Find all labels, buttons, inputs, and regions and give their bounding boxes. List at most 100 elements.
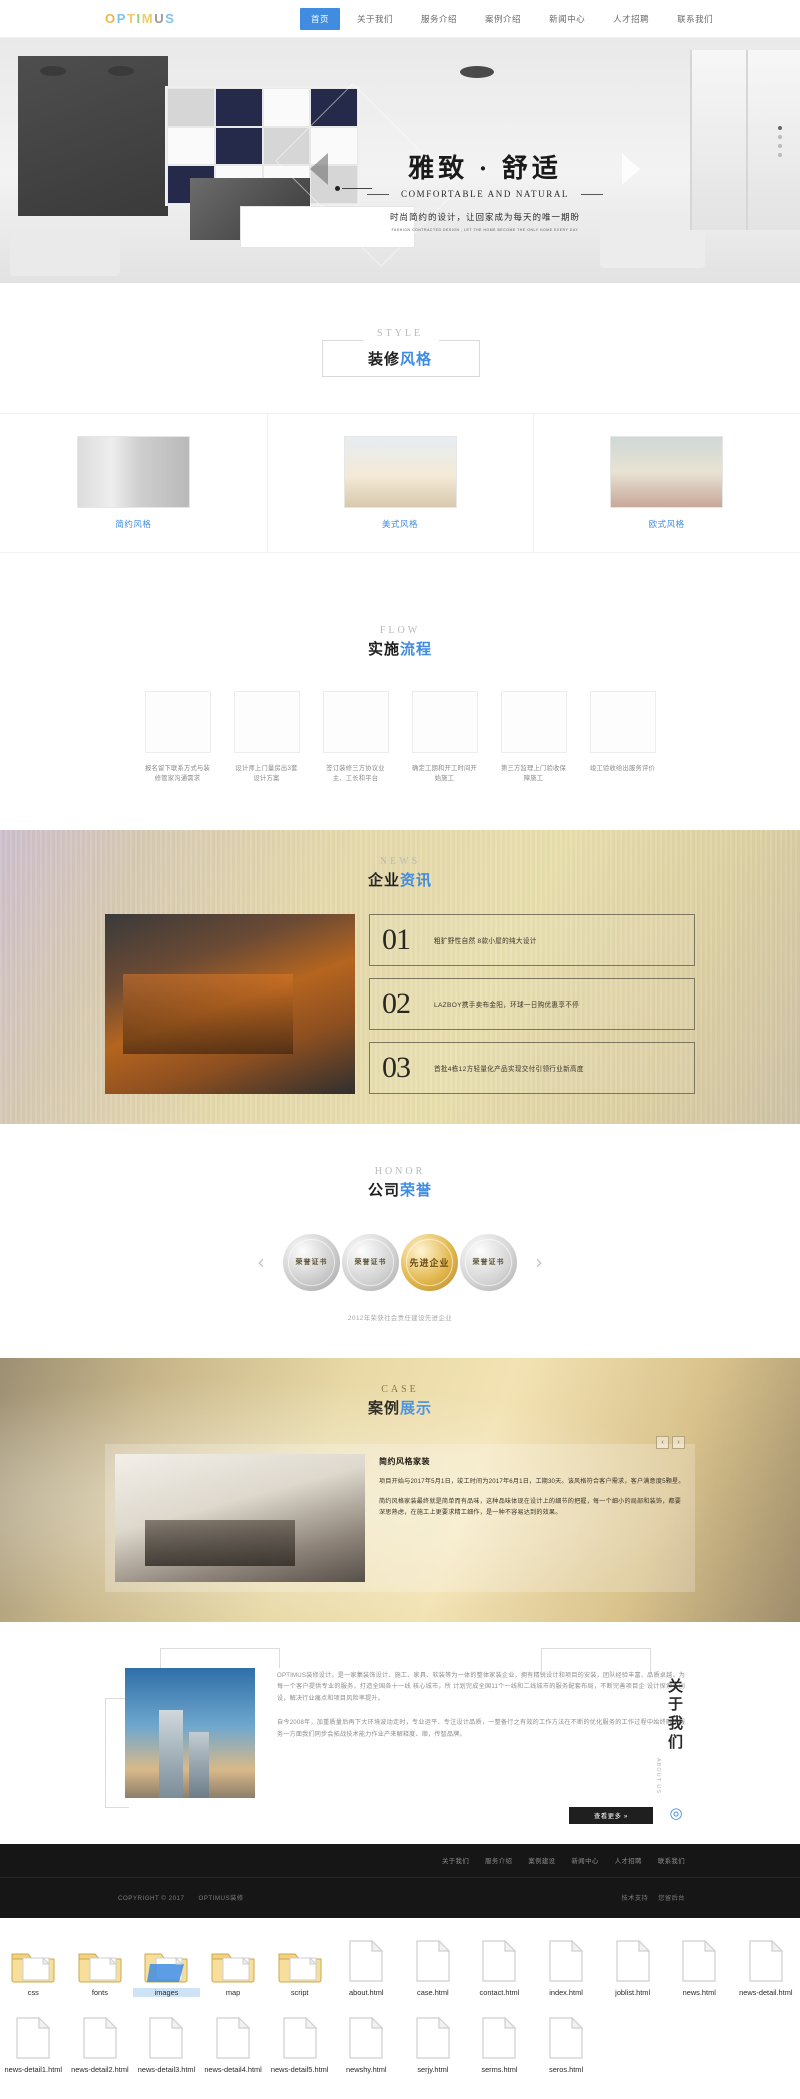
footer-link-jobs[interactable]: 人才招聘 <box>615 1856 642 1865</box>
document-icon <box>466 1934 533 1984</box>
flow-step-3[interactable]: 签订装修三方协议业主、工长和平台 <box>323 691 389 784</box>
flow-step-2[interactable]: 设计师上门量房出3套设计方案 <box>234 691 300 784</box>
hero-slider-dot-3[interactable] <box>778 144 782 148</box>
honor-prev-arrow-icon[interactable]: ‹ <box>257 1252 265 1272</box>
file-item-news-detail2-html[interactable]: news-detail2.html <box>67 2011 134 2075</box>
footer-link-contact[interactable]: 联系我们 <box>658 1856 685 1865</box>
hero-pendant-lamp <box>460 66 494 78</box>
footer-link-news[interactable]: 新闻中心 <box>571 1856 598 1865</box>
file-item-news-detail5-html[interactable]: news-detail5.html <box>266 2011 333 2075</box>
hero-slider-dot-1[interactable] <box>778 126 782 130</box>
file-item-serms-html[interactable]: serms.html <box>466 2011 533 2075</box>
about-title-cn-line2: 于 <box>655 1696 697 1715</box>
file-item-contact-html[interactable]: contact.html <box>466 1934 533 1998</box>
flow-step-1[interactable]: 报名留下联系方式与装修管家沟通需求 <box>145 691 211 784</box>
honor-medal-label: 荣誉证书 <box>342 1234 399 1291</box>
document-icon <box>533 1934 600 1984</box>
hero-slider-dot-2[interactable] <box>778 135 782 139</box>
flow-step-6[interactable]: 竣工验收给出服务评价 <box>590 691 656 784</box>
file-name: news-detail5.html <box>266 2065 333 2075</box>
about-building-image <box>125 1668 255 1798</box>
flow-step-text: 设计师上门量房出3套设计方案 <box>234 764 300 784</box>
case-next-button[interactable]: › <box>672 1436 685 1449</box>
file-item-joblist-html[interactable]: joblist.html <box>599 1934 666 1998</box>
nav-item-contact[interactable]: 联系我们 <box>666 8 724 30</box>
file-item-case-html[interactable]: case.html <box>400 1934 467 1998</box>
file-item-images[interactable]: images <box>133 1934 200 1998</box>
document-icon <box>266 2011 333 2061</box>
file-item-news-detail3-html[interactable]: news-detail3.html <box>133 2011 200 2075</box>
style-card-american[interactable]: 美式风格 <box>267 436 534 530</box>
file-item-seros-html[interactable]: seros.html <box>533 2011 600 2075</box>
flow-step-text: 竣工验收给出服务评价 <box>590 764 656 774</box>
honor-medal-label: 荣誉证书 <box>460 1234 517 1291</box>
file-name: about.html <box>333 1988 400 1998</box>
file-name: news-detail2.html <box>67 2065 134 2075</box>
flow-step-5[interactable]: 第三方监理上门验收保障施工 <box>501 691 567 784</box>
footer-link-about[interactable]: 关于我们 <box>442 1856 469 1865</box>
document-icon <box>333 2011 400 2061</box>
hero-description-en: FASHION CONTRACTED DESIGN , LET THE HOME… <box>352 228 618 232</box>
file-item-news-detail4-html[interactable]: news-detail4.html <box>200 2011 267 2075</box>
flow-step-icon-box <box>323 691 389 753</box>
honor-medals: 荣誉证书 荣誉证书 先进企业 荣誉证书 <box>283 1234 517 1291</box>
nav-item-news[interactable]: 新闻中心 <box>538 8 596 30</box>
file-name: fonts <box>67 1988 134 1998</box>
site-logo[interactable]: OPTIMUS <box>105 11 175 26</box>
about-more-button[interactable]: 查看更多 » <box>569 1807 653 1824</box>
flow-section-header: FLOW 实施流程 <box>0 625 800 659</box>
hero-slider-dot-4[interactable] <box>778 153 782 157</box>
honor-medal[interactable]: 先进企业 <box>401 1234 458 1291</box>
footer-link-cases[interactable]: 案例建设 <box>528 1856 555 1865</box>
nav-item-cases[interactable]: 案例介绍 <box>474 8 532 30</box>
nav-item-services[interactable]: 服务介绍 <box>410 8 468 30</box>
hero-slider-dots[interactable] <box>778 126 782 157</box>
case-title: 简约风格家装 <box>379 1456 685 1467</box>
file-name: news-detail.html <box>733 1988 800 1998</box>
flow-steps-row: 报名留下联系方式与装修管家沟通需求 设计师上门量房出3套设计方案 签订装修三方协… <box>0 691 800 784</box>
style-card-image <box>344 436 457 508</box>
honor-medal-label: 先进企业 <box>401 1234 458 1291</box>
document-icon <box>466 2011 533 2061</box>
folder-icon <box>266 1934 333 1984</box>
flow-step-4[interactable]: 确定工期和开工时间开始施工 <box>412 691 478 784</box>
style-card-image <box>77 436 190 508</box>
file-item-script[interactable]: script <box>266 1934 333 1998</box>
nav-item-home[interactable]: 首页 <box>300 8 340 30</box>
file-name: joblist.html <box>599 1988 666 1998</box>
style-card-simple[interactable]: 简约风格 <box>0 436 267 530</box>
honor-medal[interactable]: 荣誉证书 <box>342 1234 399 1291</box>
file-item-map[interactable]: map <box>200 1934 267 1998</box>
honor-next-arrow-icon[interactable]: › <box>535 1252 543 1272</box>
file-item-news-detail1-html[interactable]: news-detail1.html <box>0 2011 67 2075</box>
document-icon <box>533 2011 600 2061</box>
honor-medal[interactable]: 荣誉证书 <box>283 1234 340 1291</box>
nav-item-jobs[interactable]: 人才招聘 <box>602 8 660 30</box>
file-item-serjy-html[interactable]: serjy.html <box>400 2011 467 2075</box>
honor-medal[interactable]: 荣誉证书 <box>460 1234 517 1291</box>
flow-step-text: 报名留下联系方式与装修管家沟通需求 <box>145 764 211 784</box>
about-title-cn-line4: 们 <box>655 1734 697 1753</box>
file-item-news-html[interactable]: news.html <box>666 1934 733 1998</box>
news-item[interactable]: 02 LAZBOY携手卖布金阳，环球一日购优惠享不停 <box>369 978 695 1030</box>
folder-open-icon <box>133 1934 200 1984</box>
news-item[interactable]: 03 首批4栋12方轻量化产品实现交付引领行业新高度 <box>369 1042 695 1094</box>
case-paragraph: 简约风格家装最终就是简单而有品味，这种品味体现在设计上的细节的把握，每一个细小的… <box>379 1496 685 1519</box>
file-name: map <box>200 1988 267 1998</box>
file-item-newshy-html[interactable]: newshy.html <box>333 2011 400 2075</box>
file-item-news-detail-html[interactable]: news-detail.html <box>733 1934 800 1998</box>
footer-admin-link[interactable]: 您留后台 <box>658 1895 685 1902</box>
file-item-index-html[interactable]: index.html <box>533 1934 600 1998</box>
style-card-european[interactable]: 欧式风格 <box>533 436 800 530</box>
file-item-about-html[interactable]: about.html <box>333 1934 400 1998</box>
nav-item-about[interactable]: 关于我们 <box>346 8 404 30</box>
file-item-css[interactable]: css <box>0 1934 67 1998</box>
footer-tech-support[interactable]: 技术支持 <box>622 1895 649 1902</box>
style-card-label: 欧式风格 <box>533 518 800 530</box>
flow-section-cn-title: 实施流程 <box>0 638 800 659</box>
news-item[interactable]: 01 粗犷野性自然 8款小屋的纯大设计 <box>369 914 695 966</box>
footer-link-services[interactable]: 服务介绍 <box>485 1856 512 1865</box>
case-prev-button[interactable]: ‹ <box>656 1436 669 1449</box>
file-item-fonts[interactable]: fonts <box>67 1934 134 1998</box>
folder-icon <box>200 1934 267 1984</box>
